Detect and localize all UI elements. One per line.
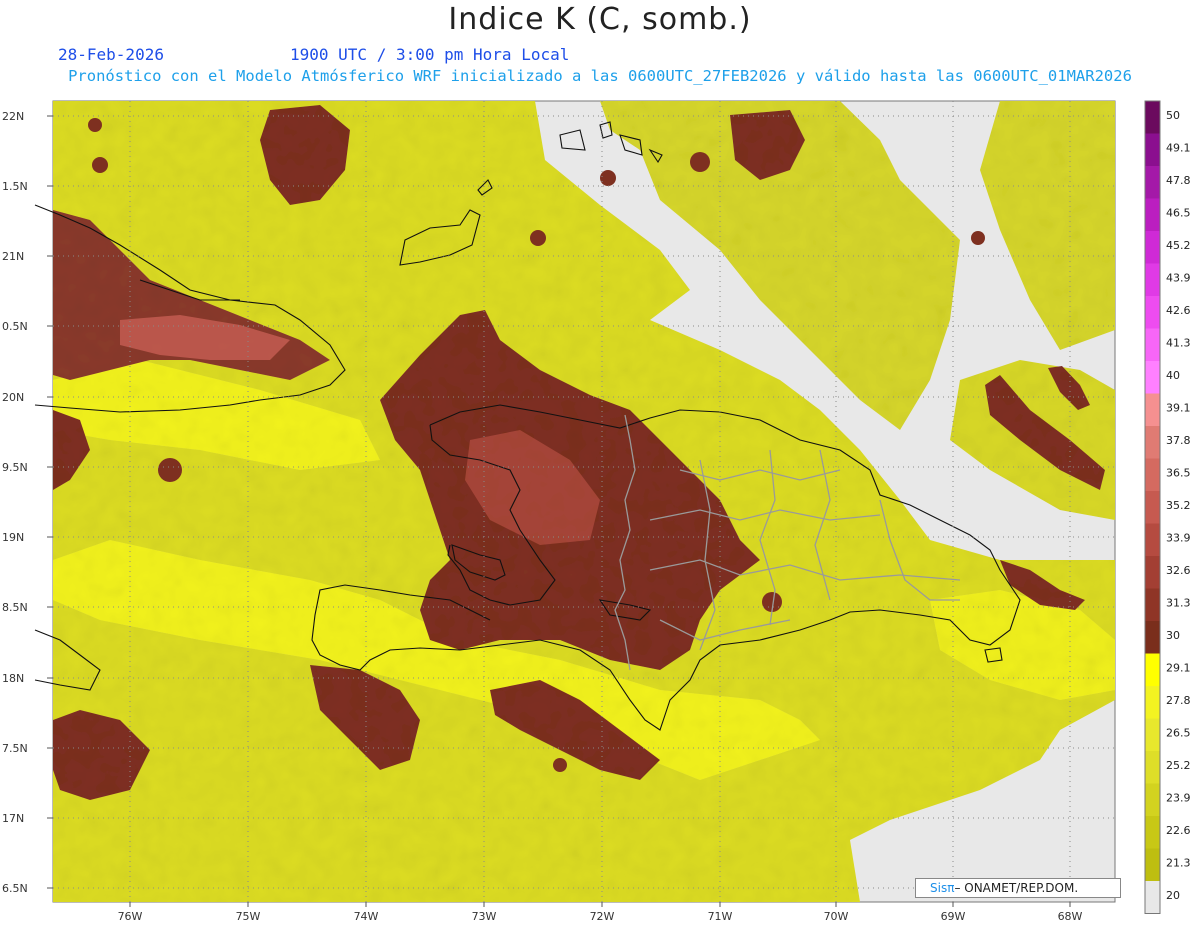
colorbar-swatch	[1145, 328, 1160, 361]
credit-onamet: – ONAMET/REP.DOM.	[954, 881, 1079, 895]
lon-label: 71W	[708, 910, 733, 923]
colorbar-label: 27.8	[1166, 694, 1191, 707]
colorbar-label: 22.6	[1166, 824, 1191, 837]
lat-label: 20N	[2, 391, 24, 404]
colorbar-swatch	[1145, 458, 1160, 491]
lon-label: 73W	[472, 910, 497, 923]
colorbar-label: 31.3	[1166, 596, 1191, 609]
colorbar-swatch	[1145, 263, 1160, 296]
lat-label: 18N	[2, 672, 24, 685]
credit-box: Sisπ– ONAMET/REP.DOM.	[915, 878, 1121, 898]
k-field-dot-4	[971, 231, 985, 245]
k-field-dot-5	[92, 157, 108, 173]
colorbar-label: 41.3	[1166, 336, 1191, 349]
colorbar-label: 26.5	[1166, 726, 1191, 739]
colorbar-swatch	[1145, 653, 1160, 686]
lat-label: 6.5N	[2, 882, 28, 895]
colorbar-swatch	[1145, 166, 1160, 199]
colorbar-label: 39.1	[1166, 401, 1191, 414]
lon-label: 68W	[1058, 910, 1083, 923]
colorbar-swatch	[1145, 848, 1160, 881]
k-field-dot-7	[158, 458, 182, 482]
longitude-labels: 76W 75W 74W 73W 72W 71W 70W 69W 68W	[118, 910, 1083, 923]
colorbar-label: 46.5	[1166, 206, 1191, 219]
colorbar-label: 47.8	[1166, 174, 1191, 187]
k-index-map: 22N 1.5N 21N 0.5N 20N 9.5N 19N 8.5N 18N …	[2, 100, 1191, 923]
lat-label: 19N	[2, 531, 24, 544]
colorbar-swatch	[1145, 816, 1160, 849]
colorbar-swatch	[1145, 621, 1160, 654]
colorbar-label: 32.6	[1166, 564, 1191, 577]
colorbar-swatch	[1145, 426, 1160, 459]
colorbar-label: 49.1	[1166, 141, 1191, 154]
colorbar-swatch	[1145, 361, 1160, 394]
colorbar-swatch	[1145, 231, 1160, 264]
lon-label: 72W	[590, 910, 615, 923]
colorbar-swatch	[1145, 556, 1160, 589]
colorbar-label: 45.2	[1166, 239, 1191, 252]
colorbar-swatch	[1145, 296, 1160, 329]
colorbar-label: 43.9	[1166, 271, 1191, 284]
colorbar-swatch	[1145, 783, 1160, 816]
k-field-dot-1	[690, 152, 710, 172]
lat-label: 1.5N	[2, 180, 28, 193]
colorbar-label: 50	[1166, 109, 1180, 122]
lon-label: 74W	[354, 910, 379, 923]
k-field-dot-6	[88, 118, 102, 132]
lon-label: 75W	[236, 910, 261, 923]
lat-label: 17N	[2, 812, 24, 825]
colorbar-swatch	[1145, 881, 1160, 914]
colorbar-label: 33.9	[1166, 531, 1191, 544]
lon-label: 76W	[118, 910, 143, 923]
k-field-dot-2	[600, 170, 616, 186]
colorbar-label: 35.2	[1166, 499, 1191, 512]
lon-label: 70W	[824, 910, 849, 923]
colorbar-label: 29.1	[1166, 661, 1191, 674]
colorbar-label: 37.8	[1166, 434, 1191, 447]
colorbar-label: 25.2	[1166, 759, 1191, 772]
colorbar-label: 30	[1166, 629, 1180, 642]
lat-label: 8.5N	[2, 601, 28, 614]
lat-label: 21N	[2, 250, 24, 263]
colorbar-label: 36.5	[1166, 466, 1191, 479]
colorbar-label: 20	[1166, 889, 1180, 902]
colorbar-label: 21.3	[1166, 856, 1191, 869]
colorbar-label: 42.6	[1166, 304, 1191, 317]
lat-label: 0.5N	[2, 320, 28, 333]
colorbar-swatch	[1145, 718, 1160, 751]
colorbar-swatch	[1145, 686, 1160, 719]
colorbar-swatch	[1145, 588, 1160, 621]
k-field-dot-8	[553, 758, 567, 772]
colorbar: 50 49.1 47.8 46.5 45.2 43.9 42.6 41.3 40 39.1 37.8…	[1144, 100, 1191, 914]
colorbar-swatch	[1145, 198, 1160, 231]
lat-label: 9.5N	[2, 461, 28, 474]
lat-label: 22N	[2, 110, 24, 123]
colorbar-swatch	[1145, 393, 1160, 426]
credit-sis: Sis	[930, 881, 948, 895]
k-field-dot-3	[530, 230, 546, 246]
latitude-labels: 22N 1.5N 21N 0.5N 20N 9.5N 19N 8.5N 18N …	[2, 110, 28, 895]
colorbar-label: 23.9	[1166, 791, 1191, 804]
colorbar-swatch	[1145, 133, 1160, 166]
colorbar-swatch	[1145, 751, 1160, 784]
colorbar-label: 40	[1166, 369, 1180, 382]
lon-label: 69W	[941, 910, 966, 923]
lat-label: 7.5N	[2, 742, 28, 755]
colorbar-swatch	[1145, 523, 1160, 556]
colorbar-swatch	[1145, 101, 1160, 134]
colorbar-swatch	[1145, 491, 1160, 524]
